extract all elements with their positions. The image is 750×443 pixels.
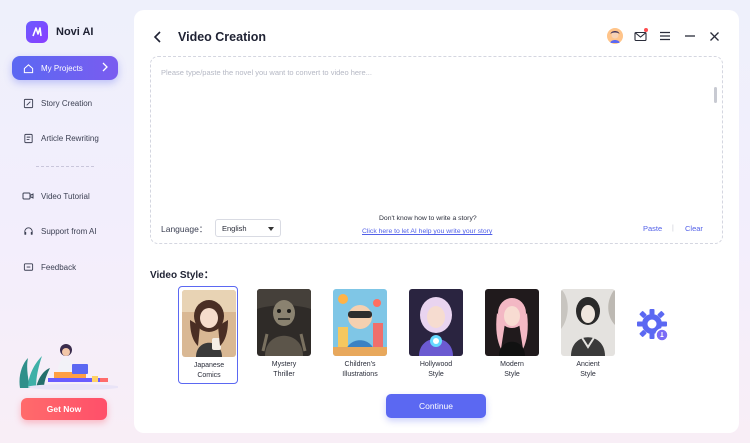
story-textarea[interactable]: Please type/paste the novel you want to … bbox=[150, 56, 723, 244]
sidebar-item-label: My Projects bbox=[41, 63, 83, 73]
sidebar-divider bbox=[36, 166, 94, 167]
avatar[interactable] bbox=[607, 28, 623, 44]
separator: | bbox=[672, 225, 674, 232]
scrollbar[interactable] bbox=[714, 87, 717, 103]
video-style-heading: Video Style： bbox=[150, 270, 214, 281]
help-question: Don't know how to write a story? bbox=[379, 215, 477, 222]
page-title: Video Creation bbox=[178, 30, 266, 44]
style-label: Mystery Thriller bbox=[271, 361, 297, 378]
video-icon bbox=[22, 190, 34, 202]
continue-button[interactable]: Continue bbox=[386, 394, 486, 418]
story-placeholder: Please type/paste the novel you want to … bbox=[161, 68, 372, 77]
language-label: Language： bbox=[161, 224, 208, 234]
language-value: English bbox=[222, 223, 247, 233]
mail-icon[interactable] bbox=[632, 28, 648, 44]
mystery-thriller-thumbnail bbox=[257, 289, 311, 356]
sidebar-item-label: Article Rewriting bbox=[41, 133, 99, 143]
sidebar-item-feedback[interactable]: Feedback bbox=[12, 255, 118, 279]
sidebar-item-support-from-ai[interactable]: Support from AI bbox=[12, 219, 118, 243]
hollywood-style-thumbnail bbox=[409, 289, 463, 356]
sidebar-item-label: Video Tutorial bbox=[41, 191, 90, 201]
novi-logo-icon bbox=[26, 21, 48, 43]
ai-write-story-link[interactable]: Click here to let AI help you write your… bbox=[362, 228, 492, 235]
japanese-comics-thumbnail bbox=[182, 290, 236, 357]
promo-illustration bbox=[19, 344, 118, 390]
brand: Novi AI bbox=[26, 21, 94, 43]
style-card-modern-style[interactable]: Modern Style bbox=[482, 286, 542, 384]
style-card-hollywood-style[interactable]: Hollywood Style bbox=[406, 286, 466, 384]
sidebar-item-label: Feedback bbox=[41, 262, 77, 272]
close-icon[interactable] bbox=[706, 28, 722, 44]
sidebar-item-label: Support from AI bbox=[41, 226, 97, 236]
sidebar-item-story-creation[interactable]: Story Creation bbox=[12, 91, 118, 115]
sidebar: Novi AI My Projects Story Creation Artic… bbox=[0, 0, 130, 443]
style-label: Modern Style bbox=[500, 361, 524, 378]
home-icon bbox=[22, 62, 34, 74]
message-icon bbox=[22, 261, 34, 273]
paste-button[interactable]: Paste bbox=[643, 224, 662, 233]
app-name: Novi AI bbox=[56, 26, 94, 38]
style-label: Hollywood Style bbox=[419, 361, 453, 378]
style-card-japanese-comics[interactable]: Japanese Comics bbox=[178, 286, 238, 384]
chevron-right-icon bbox=[101, 62, 109, 74]
custom-style-gear-icon[interactable] bbox=[634, 306, 672, 344]
style-card-ancient-style[interactable]: Ancient Style bbox=[558, 286, 618, 384]
back-icon[interactable] bbox=[152, 30, 164, 44]
modern-style-thumbnail bbox=[485, 289, 539, 356]
style-label: Children's Illustrations bbox=[342, 361, 378, 378]
style-label: Japanese Comics bbox=[193, 362, 225, 379]
style-card-mystery-thriller[interactable]: Mystery Thriller bbox=[254, 286, 314, 384]
main-panel: Video Creation Please type/paste the nov… bbox=[134, 10, 739, 433]
ancient-style-thumbnail bbox=[561, 289, 615, 356]
get-now-button[interactable]: Get Now bbox=[21, 398, 107, 420]
childrens-illustrations-thumbnail bbox=[333, 289, 387, 356]
minimize-icon[interactable] bbox=[682, 28, 698, 44]
sidebar-item-label: Story Creation bbox=[41, 98, 93, 108]
language-select[interactable]: English bbox=[215, 219, 281, 237]
sidebar-item-video-tutorial[interactable]: Video Tutorial bbox=[12, 184, 118, 208]
edit-icon bbox=[22, 97, 34, 109]
sidebar-item-my-projects[interactable]: My Projects bbox=[12, 56, 118, 80]
document-icon bbox=[22, 132, 34, 144]
menu-icon[interactable] bbox=[657, 28, 673, 44]
caret-down-icon bbox=[268, 227, 274, 231]
clear-button[interactable]: Clear bbox=[685, 224, 703, 233]
sidebar-item-article-rewriting[interactable]: Article Rewriting bbox=[12, 126, 118, 150]
style-label: Ancient Style bbox=[576, 361, 600, 378]
notification-dot bbox=[644, 28, 648, 32]
style-card-childrens-illustrations[interactable]: Children's Illustrations bbox=[330, 286, 390, 384]
headset-icon bbox=[22, 225, 34, 237]
